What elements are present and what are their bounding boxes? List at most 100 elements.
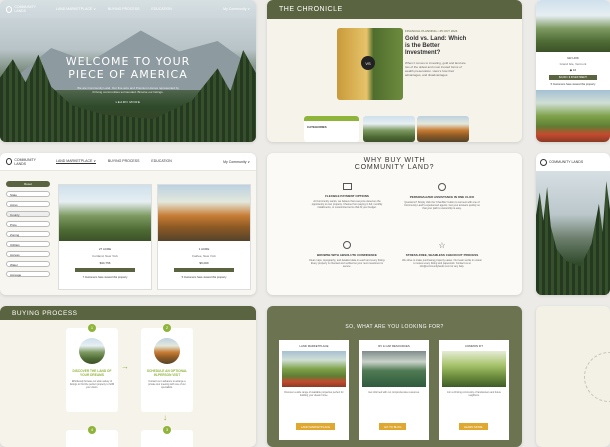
feature-body: At Community Lands, we believe that ever… [311,200,383,210]
chat-icon [438,183,446,191]
property-image[interactable] [536,0,610,52]
filter-acreage[interactable]: Acreage [6,271,50,277]
option-card[interactable]: RV & CAP RESOURCES Get informed with our… [359,340,429,440]
article-image[interactable]: VS [337,28,403,100]
marketplace-nav: COMMUNITY LANDS LAND MARKETPLACE ∨ BUYIN… [0,153,256,171]
step-number: 1 [88,324,96,332]
listing-location: Fairlee, New York [192,254,216,258]
filter-utilities[interactable]: Utilities [6,241,50,247]
filter-water[interactable]: Water [6,261,50,267]
logo[interactable]: COMMUNITY LANDS [6,5,44,13]
property-price-button[interactable]: $3,000 / $ INVESTMENT [549,75,597,80]
listing-card[interactable]: 27 ACRE Cortland, New York $34,756 7 Cus… [58,184,152,290]
option-image [362,351,426,387]
vs-badge: VS [361,56,375,70]
filter-county[interactable]: County [6,211,50,217]
nav-marketplace[interactable]: LAND MARKETPLACE ∨ [56,159,96,164]
listing-image [158,185,250,241]
step-title: SCHEDULE AN OPTIONAL IN-PERSON VISIT [146,369,188,377]
logo-icon [540,158,547,166]
step-number: 3 [163,426,171,434]
why-buy-card: WHY BUY WITH COMMUNITY LAND? FLEXIBLE PA… [267,153,522,295]
listing-image [59,185,151,241]
article-headline[interactable]: Gold vs. Land: Which is the Better Inves… [405,36,467,57]
listing-price: $34,756 [99,261,111,265]
categories-label[interactable]: CATEGORIES [304,121,359,133]
arrow-down-icon: ↓ [163,413,167,422]
chronicle-card: THE CHRONICLE VS FINANCIAL PLANNING • 25… [267,0,522,142]
option-title: LAND MARKETPLACE [299,344,329,348]
account-menu[interactable]: My Community ∨ [223,7,250,11]
account-menu[interactable]: My Community ∨ [223,160,250,164]
option-card[interactable]: COMMON FIT Join a thriving community of … [439,340,509,440]
nav-marketplace[interactable]: LAND MARKETPLACE ∨ [56,7,96,11]
option-title: RV & CAP RESOURCES [378,344,410,348]
step-number: 4 [88,426,96,434]
nav-education[interactable]: EDUCATION [151,159,171,164]
hero-image [536,171,610,295]
filter-price[interactable]: Price [6,221,50,227]
hero-title-1: WELCOME TO YOUR [65,55,191,68]
logo-icon [6,5,13,13]
right-preview-card: COMMUNITY LANDS [536,153,610,295]
property-image-2[interactable] [536,90,610,142]
property-location: Grand Isle, Vermont [559,62,587,66]
step-image [79,338,105,364]
feature-title: PERSONALIZED ASSISTANCE IN ONE CLICK [409,195,475,199]
hero-cta[interactable]: LEARN MORE [0,100,256,104]
option-button[interactable]: LAND MARKETPLACE [296,423,336,430]
filter-state[interactable]: State [6,191,50,197]
bottom-right-card [536,306,610,447]
nav-buying-process[interactable]: BUYING PROCESS [108,7,140,11]
why-title-1: WHY BUY WITH [363,157,426,164]
option-button[interactable]: GO TO BLOG [379,423,407,430]
option-body: Get informed with our comprehensive reso… [368,391,420,394]
article-body: When it comes to investing, gold and lan… [405,61,466,77]
marketplace-card: COMMUNITY LANDS LAND MARKETPLACE ∨ BUYIN… [0,153,256,295]
option-body: Discover a wide range of available prope… [284,391,344,397]
process-title: BUYING PROCESS [12,309,78,317]
logo[interactable]: COMMUNITY LANDS [6,158,44,166]
listing-button[interactable] [174,268,234,272]
looking-title: SO, WHAT ARE YOU LOOKING FOR? [345,324,444,330]
option-button[interactable]: LEARN MORE [459,423,488,430]
step-image [154,338,180,364]
logo-text[interactable]: COMMUNITY LANDS [549,160,583,164]
star-icon: ☆ [438,241,446,250]
option-image [282,351,346,387]
nav-buying-process[interactable]: BUYING PROCESS [108,159,140,164]
step-body: Contact us in advance to arrange a priva… [148,380,186,389]
feature-title: BROWSE WITH ABSOLUTE CONFIDENCE [317,253,377,257]
option-card[interactable]: LAND MARKETPLACE Discover a wide range o… [279,340,349,440]
article-thumb-2[interactable] [417,116,469,142]
hero-nav: COMMUNITY LANDS LAND MARKETPLACE ∨ BUYIN… [0,0,256,18]
arrow-right-icon: → [121,362,129,371]
nav-education[interactable]: EDUCATION [151,7,171,11]
listing-card[interactable]: 1 ACRE Fairlee, New York $6,000 5 Custom… [157,184,251,290]
listing-viewed: 7 Customers have viewed this property [82,276,128,279]
chronicle-title: THE CHRONICLE [279,6,343,13]
looking-for-card: SO, WHAT ARE YOU LOOKING FOR? LAND MARKE… [267,306,522,447]
process-step: 3 [141,426,193,447]
hero-subtitle: We are Community Land. Our five acre and… [77,86,179,94]
property-acres: GR HOK [567,56,579,60]
listing-button[interactable] [75,268,135,272]
article-thumb-1[interactable] [363,116,415,142]
filter-acres[interactable]: Acres [6,201,50,207]
wallet-icon [342,183,352,190]
process-step: 1 DISCOVER THE LAND OF YOUR DREAMS Effor… [66,324,118,412]
listing-viewed: 5 Customers have viewed this property [181,276,227,279]
option-title: COMMON FIT [464,344,484,348]
listing-acres: 1 ACRE [198,247,210,251]
step-body: Effortlessly browse our wide variety of … [70,380,114,389]
feature-body: Clear maps, topography, and detailed dat… [308,259,386,269]
property-viewed: 5 Customers have viewed this property [550,83,596,86]
listing-location: Cortland, New York [92,254,118,258]
filter-zoning[interactable]: Zoning [6,231,50,237]
filter-access[interactable]: Access [6,251,50,257]
step-title: DISCOVER THE LAND OF YOUR DREAMS [72,369,112,377]
reset-filters-button[interactable]: Reset [6,181,50,187]
buying-process-card: BUYING PROCESS 1 DISCOVER THE LAND OF YO… [0,306,256,447]
option-body: Join a thriving community of landowners … [447,391,501,397]
filter-sidebar: Reset State Acres County Price Zoning Ut… [6,181,50,277]
